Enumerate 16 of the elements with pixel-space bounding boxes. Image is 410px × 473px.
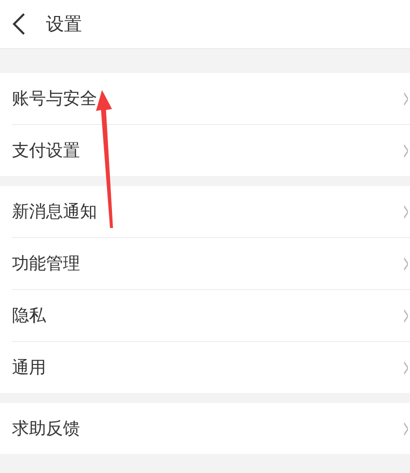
back-icon[interactable]: [12, 12, 26, 36]
chevron-icon: [404, 144, 408, 158]
page-title: 设置: [46, 13, 82, 36]
settings-item[interactable]: 账号与安全: [12, 87, 97, 110]
chevron-icon: [404, 204, 408, 218]
settings-item[interactable]: 功能管理: [12, 252, 80, 275]
chevron-icon: [404, 256, 408, 270]
chevron-icon: [404, 360, 408, 374]
settings-item[interactable]: 支付设置: [12, 139, 80, 162]
settings-item[interactable]: 隐私: [12, 304, 46, 327]
chevron-icon: [404, 308, 408, 322]
settings-item[interactable]: 通用: [12, 356, 46, 379]
chevron-icon: [404, 92, 408, 106]
settings-item[interactable]: 新消息通知: [12, 200, 97, 223]
settings-item[interactable]: 求助反馈: [12, 417, 80, 440]
chevron-icon: [404, 422, 408, 436]
